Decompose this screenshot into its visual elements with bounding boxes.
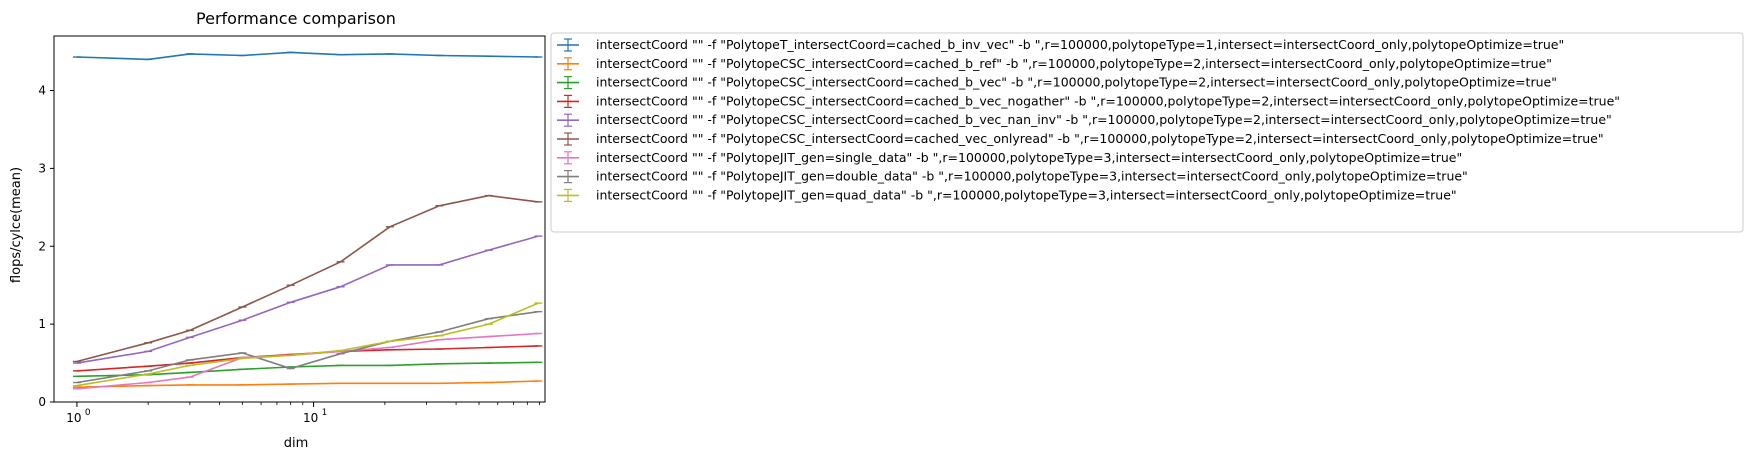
x-tick-label-0: 10 <box>66 411 81 425</box>
chart: 0 1 2 3 4 10 0 10 1 Performance comparison dim f… <box>0 0 1749 459</box>
legend-label: intersectCoord "" -f "PolytopeCSC_inters… <box>596 56 1552 71</box>
legend-label: intersectCoord "" -f "PolytopeJIT_gen=si… <box>596 150 1462 165</box>
y-tick-label-3: 3 <box>38 161 46 175</box>
y-axis-label: flops/cylce(mean) <box>9 167 24 283</box>
x-tick-exponent-1: 1 <box>322 408 328 418</box>
legend-item-5: intersectCoord "" -f "PolytopeCSC_inters… <box>557 112 1612 127</box>
legend-item-4: intersectCoord "" -f "PolytopeCSC_inters… <box>557 93 1620 108</box>
legend-item-7: intersectCoord "" -f "PolytopeJIT_gen=si… <box>557 150 1462 165</box>
x-tick-exponent-0: 0 <box>85 408 91 418</box>
legend-label: intersectCoord "" -f "PolytopeCSC_inters… <box>596 75 1557 90</box>
legend-item-1: intersectCoord "" -f "PolytopeT_intersec… <box>557 37 1564 52</box>
legend-item-6: intersectCoord "" -f "PolytopeCSC_inters… <box>557 131 1604 146</box>
y-tick-label-0: 0 <box>38 395 46 409</box>
legend-label: intersectCoord "" -f "PolytopeCSC_inters… <box>596 131 1604 146</box>
y-tick-label-2: 2 <box>38 239 46 253</box>
x-tick-label-1: 10 <box>303 411 318 425</box>
legend-label: intersectCoord "" -f "PolytopeCSC_inters… <box>596 112 1612 127</box>
y-tick-label-1: 1 <box>38 317 46 331</box>
legend-label: intersectCoord "" -f "PolytopeT_intersec… <box>596 37 1564 52</box>
legend-item-8: intersectCoord "" -f "PolytopeJIT_gen=do… <box>557 169 1468 184</box>
legend: intersectCoord "" -f "PolytopeT_intersec… <box>550 32 1744 233</box>
legend-item-2: intersectCoord "" -f "PolytopeCSC_inters… <box>557 56 1552 71</box>
legend-item-3: intersectCoord "" -f "PolytopeCSC_inters… <box>557 75 1557 90</box>
y-tick-label-4: 4 <box>38 84 46 98</box>
x-axis-label: dim <box>284 436 309 451</box>
legend-label: intersectCoord "" -f "PolytopeCSC_inters… <box>596 93 1620 108</box>
legend-item-9: intersectCoord "" -f "PolytopeJIT_gen=qu… <box>557 187 1457 202</box>
legend-label: intersectCoord "" -f "PolytopeJIT_gen=qu… <box>596 187 1457 202</box>
legend-label: intersectCoord "" -f "PolytopeJIT_gen=do… <box>596 169 1468 184</box>
chart-title: Performance comparison <box>196 9 396 28</box>
